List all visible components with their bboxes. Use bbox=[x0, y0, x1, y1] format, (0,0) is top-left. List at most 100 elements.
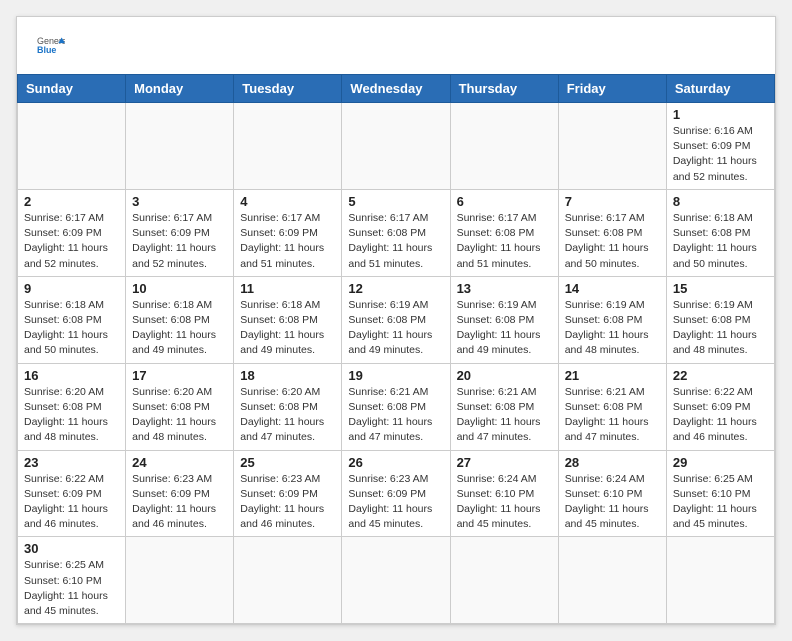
day-number: 21 bbox=[565, 368, 660, 383]
day-cell-14: 14Sunrise: 6:19 AM Sunset: 6:08 PM Dayli… bbox=[558, 276, 666, 363]
day-info: Sunrise: 6:19 AM Sunset: 6:08 PM Dayligh… bbox=[457, 298, 552, 359]
day-cell-20: 20 Sunrise: 6:21 AM Sunset: 6:08 PM Dayli… bbox=[450, 363, 558, 450]
day-info: Sunrise: 6:23 AM Sunset: 6:09 PM Dayligh… bbox=[240, 472, 335, 533]
calendar-container: General Blue SundayMondayTuesdayWednesda… bbox=[16, 16, 776, 625]
day-number: 23 bbox=[24, 455, 119, 470]
day-number: 25 bbox=[240, 455, 335, 470]
day-info: Sunrise: 6:20 AM Sunset: 6:08 PM Dayligh… bbox=[132, 385, 227, 446]
day-number: 29 bbox=[673, 455, 768, 470]
day-info: Sunrise: 6:17 AM Sunset: 6:09 PM Dayligh… bbox=[240, 211, 335, 272]
empty-cell bbox=[234, 537, 342, 624]
calendar-table: SundayMondayTuesdayWednesdayThursdayFrid… bbox=[17, 74, 775, 624]
day-info: Sunrise: 6:25 AM Sunset: 6:10 PM Dayligh… bbox=[24, 558, 119, 619]
svg-text:Blue: Blue bbox=[37, 45, 56, 55]
day-info: Sunrise: 6:18 AM Sunset: 6:08 PM Dayligh… bbox=[673, 211, 768, 272]
day-cell-1: 1 Sunrise: 6:16 AM Sunset: 6:09 PM Daylig… bbox=[666, 103, 774, 190]
day-cell-12: 12 Sunrise: 6:19 AM Sunset: 6:08 PM Dayli… bbox=[342, 276, 450, 363]
day-info: Sunrise: 6:20 AM Sunset: 6:08 PM Dayligh… bbox=[240, 385, 335, 446]
day-info: Sunrise: 6:17 AM Sunset: 6:08 PM Dayligh… bbox=[457, 211, 552, 272]
day-number: 15 bbox=[673, 281, 768, 296]
day-number: 10 bbox=[132, 281, 227, 296]
day-cell-6: 6 Sunrise: 6:17 AM Sunset: 6:08 PM Daylig… bbox=[450, 189, 558, 276]
day-info: Sunrise: 6:17 AM Sunset: 6:08 PM Dayligh… bbox=[565, 211, 660, 272]
day-cell-4: 4 Sunrise: 6:17 AM Sunset: 6:09 PM Daylig… bbox=[234, 189, 342, 276]
week-row-2: 2 Sunrise: 6:17 AM Sunset: 6:09 PM Daylig… bbox=[18, 189, 775, 276]
empty-cell bbox=[342, 103, 450, 190]
day-cell-9: 9Sunrise: 6:18 AM Sunset: 6:08 PM Daylig… bbox=[18, 276, 126, 363]
day-number: 16 bbox=[24, 368, 119, 383]
day-cell-18: 18 Sunrise: 6:20 AM Sunset: 6:08 PM Dayli… bbox=[234, 363, 342, 450]
day-info: Sunrise: 6:19 AM Sunset: 6:08 PM Dayligh… bbox=[348, 298, 443, 359]
weekday-header-row: SundayMondayTuesdayWednesdayThursdayFrid… bbox=[18, 75, 775, 103]
day-cell-28: 28Sunrise: 6:24 AM Sunset: 6:10 PM Dayli… bbox=[558, 450, 666, 537]
day-cell-13: 13 Sunrise: 6:19 AM Sunset: 6:08 PM Dayli… bbox=[450, 276, 558, 363]
day-cell-26: 26 Sunrise: 6:23 AM Sunset: 6:09 PM Dayli… bbox=[342, 450, 450, 537]
week-row-4: 16 Sunrise: 6:20 AM Sunset: 6:08 PM Dayli… bbox=[18, 363, 775, 450]
day-number: 27 bbox=[457, 455, 552, 470]
day-number: 2 bbox=[24, 194, 119, 209]
logo-icon: General Blue bbox=[37, 33, 65, 61]
week-row-1: 1 Sunrise: 6:16 AM Sunset: 6:09 PM Daylig… bbox=[18, 103, 775, 190]
empty-cell bbox=[558, 537, 666, 624]
week-row-3: 9 Sunrise: 6:18 AM Sunset: 6:08 PM Daylig… bbox=[18, 276, 775, 363]
day-number: 9 bbox=[24, 281, 119, 296]
day-cell-15: 15 Sunrise: 6:19 AM Sunset: 6:08 PM Dayli… bbox=[666, 276, 774, 363]
day-info: Sunrise: 6:19 AM Sunset: 6:08 PM Dayligh… bbox=[565, 298, 660, 359]
empty-cell bbox=[234, 103, 342, 190]
day-info: Sunrise: 6:22 AM Sunset: 6:09 PM Dayligh… bbox=[24, 472, 119, 533]
day-cell-11: 11 Sunrise: 6:18 AM Sunset: 6:08 PM Dayli… bbox=[234, 276, 342, 363]
day-number: 19 bbox=[348, 368, 443, 383]
day-number: 20 bbox=[457, 368, 552, 383]
day-info: Sunrise: 6:16 AM Sunset: 6:09 PM Dayligh… bbox=[673, 124, 768, 185]
day-info: Sunrise: 6:21 AM Sunset: 6:08 PM Dayligh… bbox=[457, 385, 552, 446]
day-info: Sunrise: 6:21 AM Sunset: 6:08 PM Dayligh… bbox=[348, 385, 443, 446]
day-cell-27: 27 Sunrise: 6:24 AM Sunset: 6:10 PM Dayli… bbox=[450, 450, 558, 537]
day-info: Sunrise: 6:20 AM Sunset: 6:08 PM Dayligh… bbox=[24, 385, 119, 446]
day-number: 6 bbox=[457, 194, 552, 209]
day-number: 13 bbox=[457, 281, 552, 296]
day-number: 8 bbox=[673, 194, 768, 209]
day-number: 12 bbox=[348, 281, 443, 296]
day-info: Sunrise: 6:19 AM Sunset: 6:08 PM Dayligh… bbox=[673, 298, 768, 359]
day-cell-5: 5Sunrise: 6:17 AM Sunset: 6:08 PM Daylig… bbox=[342, 189, 450, 276]
weekday-header-sunday: Sunday bbox=[18, 75, 126, 103]
day-info: Sunrise: 6:18 AM Sunset: 6:08 PM Dayligh… bbox=[132, 298, 227, 359]
day-info: Sunrise: 6:23 AM Sunset: 6:09 PM Dayligh… bbox=[348, 472, 443, 533]
day-number: 11 bbox=[240, 281, 335, 296]
day-info: Sunrise: 6:25 AM Sunset: 6:10 PM Dayligh… bbox=[673, 472, 768, 533]
calendar-header: General Blue bbox=[17, 17, 775, 74]
day-info: Sunrise: 6:17 AM Sunset: 6:08 PM Dayligh… bbox=[348, 211, 443, 272]
day-cell-8: 8 Sunrise: 6:18 AM Sunset: 6:08 PM Daylig… bbox=[666, 189, 774, 276]
day-info: Sunrise: 6:21 AM Sunset: 6:08 PM Dayligh… bbox=[565, 385, 660, 446]
day-number: 26 bbox=[348, 455, 443, 470]
weekday-header-saturday: Saturday bbox=[666, 75, 774, 103]
day-cell-29: 29 Sunrise: 6:25 AM Sunset: 6:10 PM Dayli… bbox=[666, 450, 774, 537]
day-number: 17 bbox=[132, 368, 227, 383]
day-cell-30: 30 Sunrise: 6:25 AM Sunset: 6:10 PM Dayli… bbox=[18, 537, 126, 624]
day-number: 24 bbox=[132, 455, 227, 470]
day-info: Sunrise: 6:23 AM Sunset: 6:09 PM Dayligh… bbox=[132, 472, 227, 533]
day-cell-25: 25 Sunrise: 6:23 AM Sunset: 6:09 PM Dayli… bbox=[234, 450, 342, 537]
day-cell-24: 24 Sunrise: 6:23 AM Sunset: 6:09 PM Dayli… bbox=[126, 450, 234, 537]
empty-cell bbox=[126, 537, 234, 624]
day-info: Sunrise: 6:24 AM Sunset: 6:10 PM Dayligh… bbox=[457, 472, 552, 533]
day-number: 1 bbox=[673, 107, 768, 122]
day-cell-3: 3Sunrise: 6:17 AM Sunset: 6:09 PM Daylig… bbox=[126, 189, 234, 276]
day-cell-19: 19 Sunrise: 6:21 AM Sunset: 6:08 PM Dayli… bbox=[342, 363, 450, 450]
day-info: Sunrise: 6:17 AM Sunset: 6:09 PM Dayligh… bbox=[24, 211, 119, 272]
empty-cell bbox=[342, 537, 450, 624]
day-cell-10: 10 Sunrise: 6:18 AM Sunset: 6:08 PM Dayli… bbox=[126, 276, 234, 363]
day-cell-2: 2 Sunrise: 6:17 AM Sunset: 6:09 PM Daylig… bbox=[18, 189, 126, 276]
day-number: 4 bbox=[240, 194, 335, 209]
day-number: 22 bbox=[673, 368, 768, 383]
day-info: Sunrise: 6:22 AM Sunset: 6:09 PM Dayligh… bbox=[673, 385, 768, 446]
weekday-header-friday: Friday bbox=[558, 75, 666, 103]
day-number: 18 bbox=[240, 368, 335, 383]
day-number: 30 bbox=[24, 541, 119, 556]
logo: General Blue bbox=[33, 33, 65, 66]
empty-cell bbox=[666, 537, 774, 624]
logo-area: General Blue bbox=[33, 33, 65, 66]
day-cell-17: 17 Sunrise: 6:20 AM Sunset: 6:08 PM Dayli… bbox=[126, 363, 234, 450]
day-info: Sunrise: 6:18 AM Sunset: 6:08 PM Dayligh… bbox=[240, 298, 335, 359]
day-cell-22: 22 Sunrise: 6:22 AM Sunset: 6:09 PM Dayli… bbox=[666, 363, 774, 450]
